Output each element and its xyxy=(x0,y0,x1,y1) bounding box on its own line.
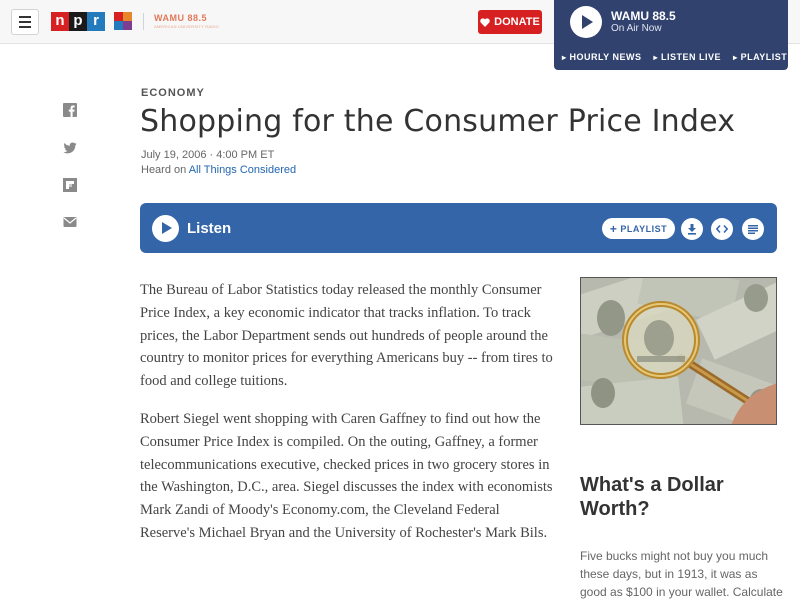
listen-live-link[interactable]: LISTEN LIVE xyxy=(654,52,722,62)
playlist-label: PLAYLIST xyxy=(620,223,668,234)
player-status: On Air Now xyxy=(611,23,662,34)
article-body: The Bureau of Labor Statistics today rel… xyxy=(140,279,555,560)
money-illustration xyxy=(581,278,776,424)
menu-button[interactable] xyxy=(11,9,39,35)
player-links: HOURLY NEWS LISTEN LIVE PLAYLIST xyxy=(562,52,787,62)
add-to-playlist-button[interactable]: + PLAYLIST xyxy=(602,218,675,239)
heard-on-prefix: Heard on xyxy=(141,164,189,176)
page-title: Shopping for the Consumer Price Index xyxy=(140,104,736,139)
plus-icon: + xyxy=(609,221,618,236)
article-dateline: July 19, 2006 · 4:00 PM ET xyxy=(141,149,275,161)
station-logo[interactable]: WAMU 88.5 AMERICAN UNIVERSITY RADIO xyxy=(154,13,219,29)
npr-logo-r: r xyxy=(87,12,105,31)
facebook-icon[interactable] xyxy=(63,103,77,117)
hamburger-icon xyxy=(19,16,31,18)
player-station: WAMU 88.5 xyxy=(611,9,676,23)
player-playlist-link[interactable]: PLAYLIST xyxy=(733,52,787,62)
listen-play-button[interactable] xyxy=(152,215,179,242)
donate-label: DONATE xyxy=(494,16,540,28)
heart-icon xyxy=(480,17,490,27)
audio-player-bar: Listen + PLAYLIST xyxy=(140,203,777,253)
article-paragraph: The Bureau of Labor Statistics today rel… xyxy=(140,282,553,390)
header-divider xyxy=(143,13,144,30)
heard-on: Heard on All Things Considered xyxy=(141,164,296,176)
transcript-button[interactable] xyxy=(742,218,764,240)
npr-logo-p: p xyxy=(69,12,87,31)
npr-logo-n: n xyxy=(51,12,69,31)
sidebar-title[interactable]: What's a Dollar Worth? xyxy=(580,473,780,521)
money-magnifier-image xyxy=(580,277,777,425)
npr-logo[interactable]: n p r xyxy=(51,12,105,31)
transcript-icon xyxy=(748,224,758,234)
show-link[interactable]: All Things Considered xyxy=(189,164,296,176)
play-live-button[interactable] xyxy=(570,6,602,38)
donate-button[interactable]: DONATE xyxy=(478,10,542,34)
download-button[interactable] xyxy=(681,218,703,240)
listen-label[interactable]: Listen xyxy=(187,220,231,237)
live-player: WAMU 88.5 On Air Now HOURLY NEWS LISTEN … xyxy=(554,0,788,70)
embed-button[interactable] xyxy=(711,218,733,240)
twitter-icon[interactable] xyxy=(63,141,77,155)
sidebar-text: Five bucks might not buy you much these … xyxy=(580,549,783,599)
embed-icon xyxy=(716,224,728,234)
station-logo-tagline: AMERICAN UNIVERSITY RADIO xyxy=(154,24,219,29)
download-icon xyxy=(688,223,696,235)
email-icon[interactable] xyxy=(63,215,77,229)
flipboard-icon[interactable] xyxy=(63,178,77,192)
npr-one-icon[interactable] xyxy=(114,12,132,31)
article-kicker[interactable]: ECONOMY xyxy=(141,87,205,99)
article-paragraph: Robert Siegel went shopping with Caren G… xyxy=(140,410,553,541)
hourly-news-link[interactable]: HOURLY NEWS xyxy=(562,52,642,62)
